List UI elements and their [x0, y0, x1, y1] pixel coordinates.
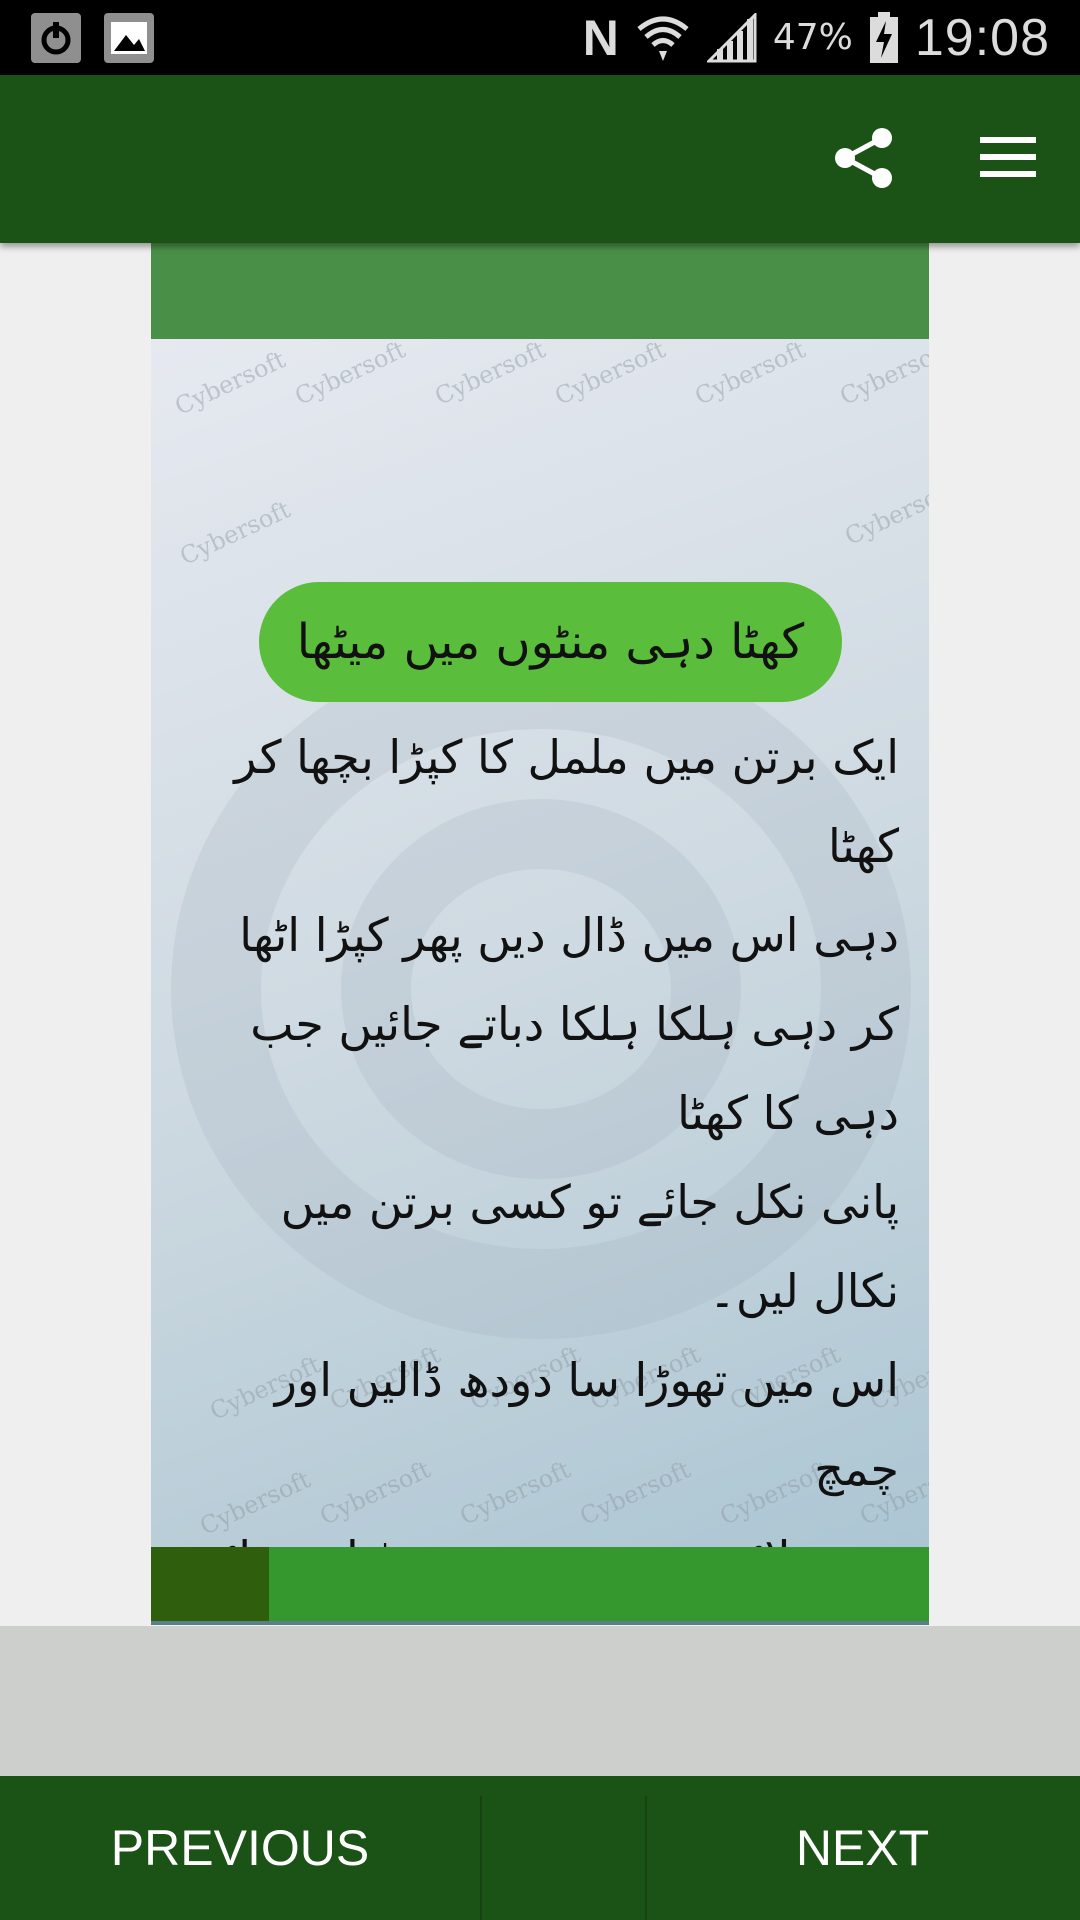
watermark-text: Cybersoft — [430, 339, 550, 411]
recipe-text-line: پانی نکل جائے تو کسی برتن میں نکال لیں۔ — [280, 1175, 899, 1318]
battery-charging-icon — [869, 11, 898, 63]
wifi-icon — [637, 16, 689, 61]
image-icon — [104, 13, 154, 63]
next-button[interactable]: NEXT — [645, 1776, 1080, 1920]
status-icons: N 47% 19:08 — [583, 0, 1050, 75]
recipe-text-line: کر دہی ہلکا ہلکا دباتے جائیں جب دہی کا ک… — [250, 997, 899, 1140]
watermark-text: Cybersoft — [840, 475, 929, 551]
recipe-text: ایک برتن میں ململ کا کپڑا بچھا کر کھٹا د… — [184, 713, 899, 1625]
card-header — [151, 243, 929, 339]
power-icon — [31, 13, 81, 63]
recipe-title: کھٹا دہی منٹوں میں میٹھا — [259, 582, 842, 702]
ad-placeholder-area — [0, 1626, 1080, 1776]
button-divider — [480, 1796, 482, 1920]
app-bar — [0, 75, 1080, 243]
watermark-text: Cybersoft — [550, 339, 670, 411]
content-card: Cybersoft Cybersoft Cybersoft Cybersoft … — [151, 243, 929, 1625]
menu-icon[interactable] — [980, 135, 1036, 179]
status-bar: N 47% 19:08 — [0, 0, 1080, 75]
recipe-text-line: ایک برتن میں ململ کا کپڑا بچھا کر کھٹا — [234, 730, 899, 873]
watermark-text: Cybersoft — [835, 339, 929, 411]
watermark-text: Cybersoft — [690, 339, 810, 411]
footer-divider — [151, 1621, 929, 1625]
signal-icon — [706, 12, 757, 62]
clock: 19:08 — [914, 8, 1050, 67]
card-footer — [151, 1547, 929, 1625]
share-icon[interactable] — [834, 127, 894, 189]
watermark-text: Cybersoft — [290, 339, 410, 411]
bottom-navigation-bar: PREVIOUS NEXT — [0, 1776, 1080, 1920]
recipe-text-line: دہی اس میں ڈال دیں پھر کپڑا اٹھا — [239, 908, 899, 962]
previous-button[interactable]: PREVIOUS — [0, 1776, 480, 1920]
watermark-text: Cybersoft — [175, 495, 295, 571]
watermark-text: Cybersoft — [170, 345, 290, 421]
page-progress-indicator — [151, 1547, 269, 1621]
battery-percentage: 47% — [772, 17, 853, 58]
nfc-icon: N — [582, 9, 619, 66]
recipe-text-line: اس میں تھوڑا سا دودھ ڈالیں اور چمچ — [274, 1353, 899, 1496]
